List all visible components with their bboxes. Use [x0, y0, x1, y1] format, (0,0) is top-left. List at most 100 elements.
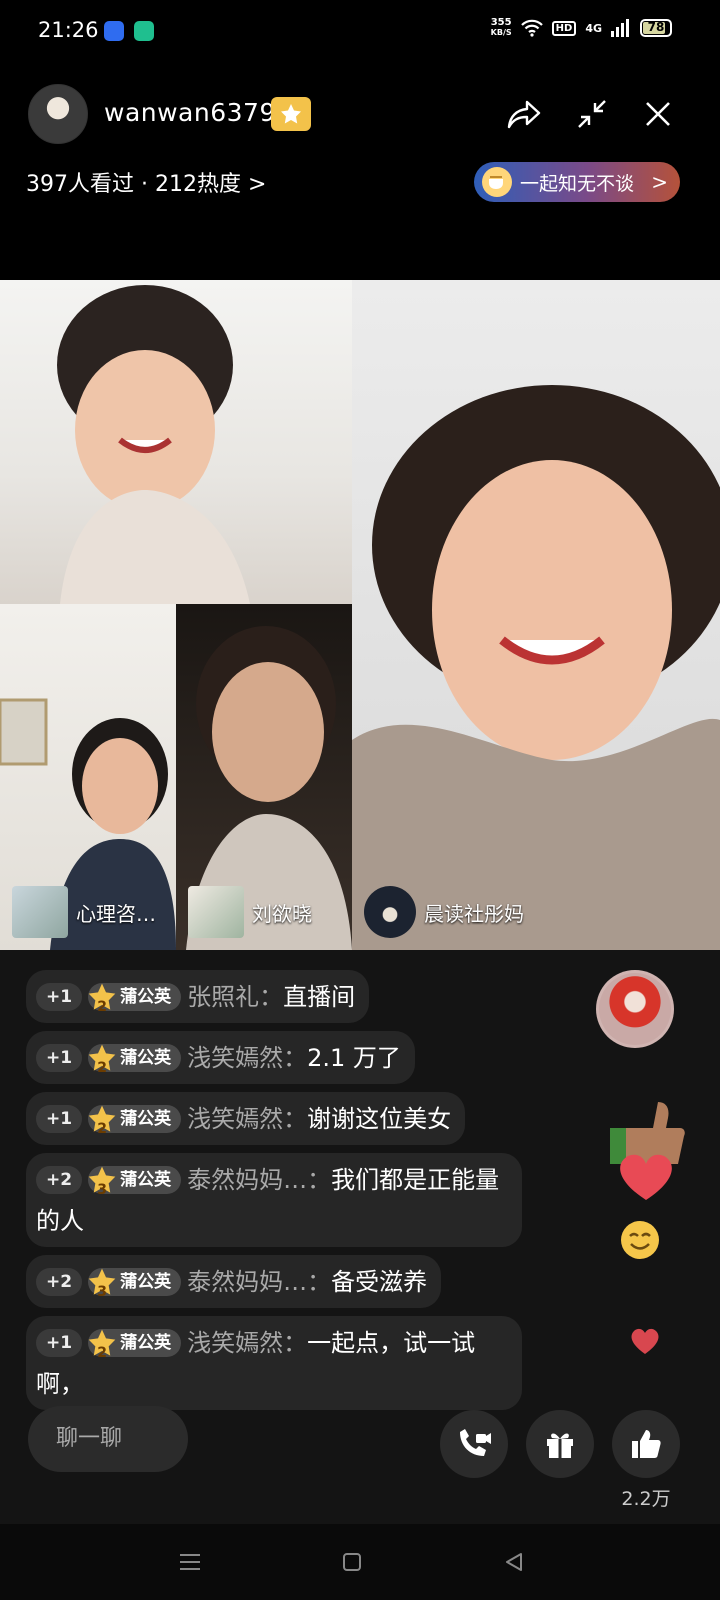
chat-message[interactable]: +2 3 蒲公英 泰然妈妈…：我们都是正能量的人 [26, 1153, 522, 1247]
user-level-badge: +1 [36, 983, 83, 1011]
host-name[interactable]: wanwan6379 [104, 98, 276, 127]
chat-text: 2.1 万了 [307, 1044, 401, 1072]
minimize-button[interactable] [570, 92, 614, 136]
video-feed-image [352, 385, 720, 950]
fan-level: 3 [97, 1284, 107, 1300]
topic-button[interactable]: 一起知无不谈 > [474, 162, 680, 202]
star-icon: 2 [86, 1103, 118, 1137]
fan-level: 2 [97, 1345, 107, 1361]
fan-club-name: 蒲公英 [120, 1048, 172, 1068]
fan-club-name: 蒲公英 [120, 987, 172, 1007]
gift-button[interactable] [526, 1410, 594, 1478]
menu-icon [180, 1554, 200, 1570]
home-square-icon [343, 1553, 361, 1571]
promo-avatar[interactable] [596, 970, 674, 1048]
chat-message[interactable]: +1 2 蒲公英 张照礼：直播间 [26, 970, 370, 1023]
back-button[interactable] [494, 1546, 534, 1578]
star-icon: 2 [86, 1327, 118, 1361]
gift-icon [547, 1433, 573, 1458]
video-tile-guest-3[interactable]: 晨读社彤妈 [352, 280, 720, 950]
fan-club-name: 蒲公英 [120, 1170, 172, 1190]
topic-label: 一起知无不谈 [520, 172, 635, 195]
video-feed-image [57, 285, 250, 604]
like-button[interactable] [612, 1410, 680, 1478]
star-icon: 3 [86, 1266, 118, 1300]
fan-club-badge: 2 蒲公英 [88, 983, 182, 1015]
share-icon [507, 100, 541, 129]
chat-username[interactable]: 浅笑嫣然： [187, 1329, 307, 1357]
status-bar: 21:26 355 KB/S HD 4G 78 [0, 0, 720, 64]
hd-badge: HD [551, 20, 577, 36]
guest-avatar [364, 886, 416, 938]
user-level-badge: +1 [36, 1105, 83, 1133]
chat-message[interactable]: +2 3 蒲公英 泰然妈妈…：备受滋养 [26, 1255, 442, 1308]
guest-avatar [188, 886, 244, 938]
fan-level: 2 [97, 1060, 107, 1076]
phone-video-icon [460, 1429, 491, 1456]
chat-username[interactable]: 浅笑嫣然： [187, 1105, 307, 1133]
network-speed: 355 KB/S [490, 17, 512, 38]
chevron-right-icon: > [651, 170, 668, 194]
video-tile-guest-2[interactable]: 刘欲晓 [176, 604, 352, 950]
fan-club-badge: 3 蒲公英 [86, 1266, 182, 1300]
tea-cup-icon [482, 167, 512, 197]
chat-list[interactable]: +1 2 蒲公英 张照礼：直播间 +1 2 蒲公英 浅笑嫣然：2.1 万了 +1 2 蒲公英 浅笑嫣然… [26, 970, 526, 1418]
viewer-stats[interactable]: 397人看过 · 212热度 > [26, 166, 266, 198]
home-button[interactable] [332, 1546, 372, 1578]
chat-username[interactable]: 泰然妈妈…： [187, 1166, 331, 1194]
chat-username[interactable]: 泰然妈妈…： [187, 1268, 331, 1296]
star-icon [281, 104, 301, 124]
video-grid: 心理咨… 刘欲晓 晨读社彤妈 [0, 280, 720, 950]
guest-label: 刘欲晓 [188, 886, 312, 938]
chat-username[interactable]: 浅笑嫣然： [187, 1044, 307, 1072]
minimize-icon [578, 100, 606, 128]
wifi-icon [520, 19, 543, 37]
status-time: 21:26 [38, 18, 99, 42]
network-type: 4G [585, 21, 602, 35]
video-tile-guest-1[interactable]: 心理咨… [0, 604, 176, 950]
chat-message[interactable]: +1 2 蒲公英 浅笑嫣然：一起点，试一试啊， [26, 1316, 522, 1410]
user-level-badge: +1 [36, 1044, 83, 1072]
thumbs-up-icon [632, 1430, 661, 1458]
fan-level: 3 [97, 1182, 107, 1198]
user-level-badge: +1 [36, 1329, 83, 1357]
chat-username[interactable]: 张照礼： [187, 983, 283, 1011]
like-count: 2.2万 [621, 1488, 671, 1510]
host-star-badge[interactable] [271, 97, 311, 131]
thumbs-up-heart-icon [610, 1102, 685, 1200]
status-indicators: 355 KB/S HD 4G 78 [491, 18, 672, 38]
app-notification-icon [104, 21, 124, 41]
fan-club-badge: 2 蒲公英 [86, 1103, 182, 1137]
chat-text: 直播间 [283, 983, 356, 1011]
chat-text: 备受滋养 [331, 1268, 428, 1296]
chat-message[interactable]: +1 2 蒲公英 浅笑嫣然：谢谢这位美女 [26, 1092, 466, 1145]
system-nav-bar [0, 1524, 720, 1600]
battery-icon: 78 [640, 19, 672, 37]
smile-emoji-icon [621, 1221, 659, 1259]
guest-label: 心理咨… [12, 886, 156, 938]
star-icon: 2 [86, 1042, 118, 1076]
fan-level: 2 [97, 999, 107, 1015]
video-call-button[interactable] [440, 1410, 508, 1478]
user-level-badge: +2 [36, 1268, 83, 1296]
chat-notification-icon [134, 21, 154, 41]
chat-message[interactable]: +1 2 蒲公英 浅笑嫣然：2.1 万了 [26, 1031, 415, 1084]
fan-club-name: 蒲公英 [120, 1333, 172, 1353]
heart-icon [631, 1328, 659, 1354]
chat-input[interactable]: 聊一聊 [28, 1406, 188, 1472]
user-level-badge: +2 [36, 1166, 83, 1194]
host-avatar[interactable] [28, 84, 88, 144]
share-button[interactable] [502, 92, 546, 136]
guest-label: 晨读社彤妈 [364, 886, 524, 938]
fan-club-name: 蒲公英 [120, 1272, 172, 1292]
close-button[interactable] [636, 92, 680, 136]
video-tile-host[interactable] [0, 280, 352, 604]
recent-apps-button[interactable] [170, 1546, 210, 1578]
chat-text: 谢谢这位美女 [307, 1105, 452, 1133]
fan-club-name: 蒲公英 [120, 1109, 172, 1129]
battery-level: 78 [647, 20, 665, 34]
fan-club-badge: 2 蒲公英 [86, 1327, 182, 1361]
chevron-right-icon: > [247, 172, 267, 197]
signal-icon [611, 19, 629, 37]
live-header: wanwan6379 397人看过 · 212热度 > 一起知无不谈 > [0, 64, 720, 280]
